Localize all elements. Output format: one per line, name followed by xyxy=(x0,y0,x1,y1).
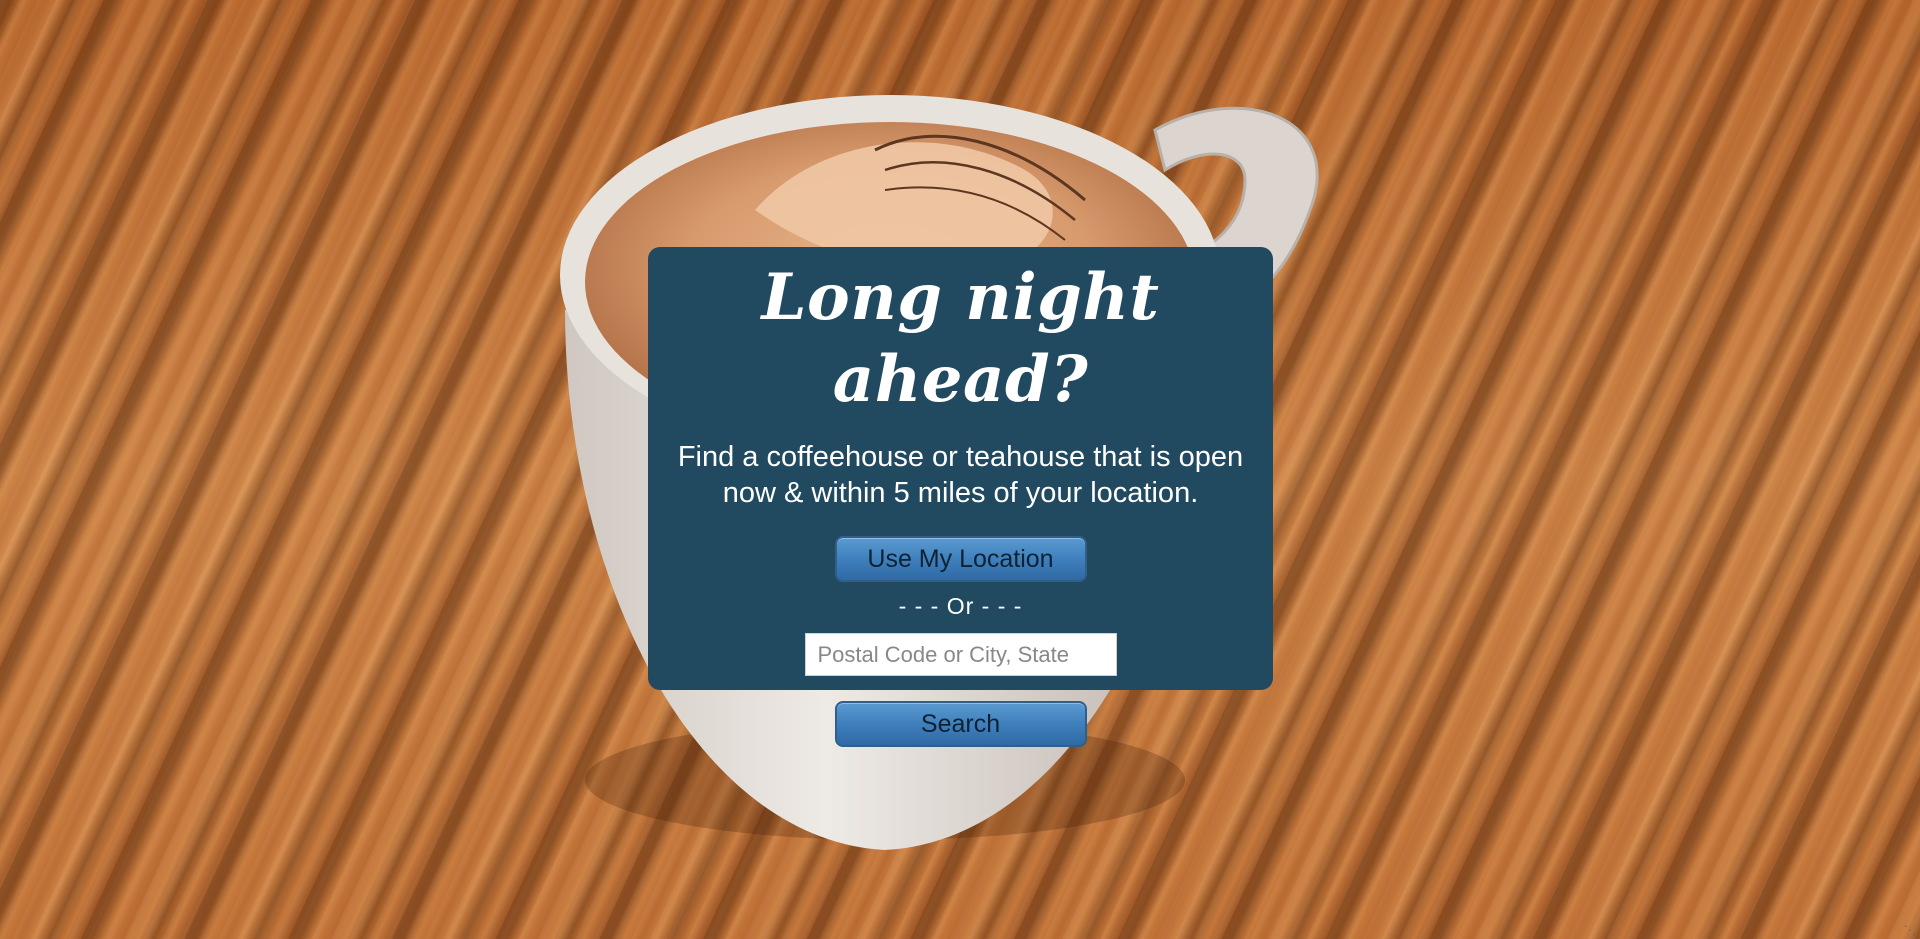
resize-grip-icon[interactable]: ⋱ xyxy=(1904,923,1918,937)
intro-text: Find a coffeehouse or teahouse that is o… xyxy=(661,439,1261,511)
page-title: Long night ahead? xyxy=(761,260,1160,417)
intro-text-line-1: Find a coffeehouse or teahouse that is o… xyxy=(677,441,1244,473)
search-panel: Long night ahead? Find a coffeehouse or … xyxy=(648,247,1273,747)
page: Long night ahead? Find a coffeehouse or … xyxy=(0,0,1920,939)
location-search-input[interactable] xyxy=(804,633,1117,676)
or-separator: - - - Or - - - xyxy=(898,593,1023,619)
search-button[interactable]: Search xyxy=(834,701,1087,747)
use-my-location-button[interactable]: Use My Location xyxy=(834,536,1087,582)
intro-text-line-2: now & within 5 miles of your location. xyxy=(722,477,1199,509)
